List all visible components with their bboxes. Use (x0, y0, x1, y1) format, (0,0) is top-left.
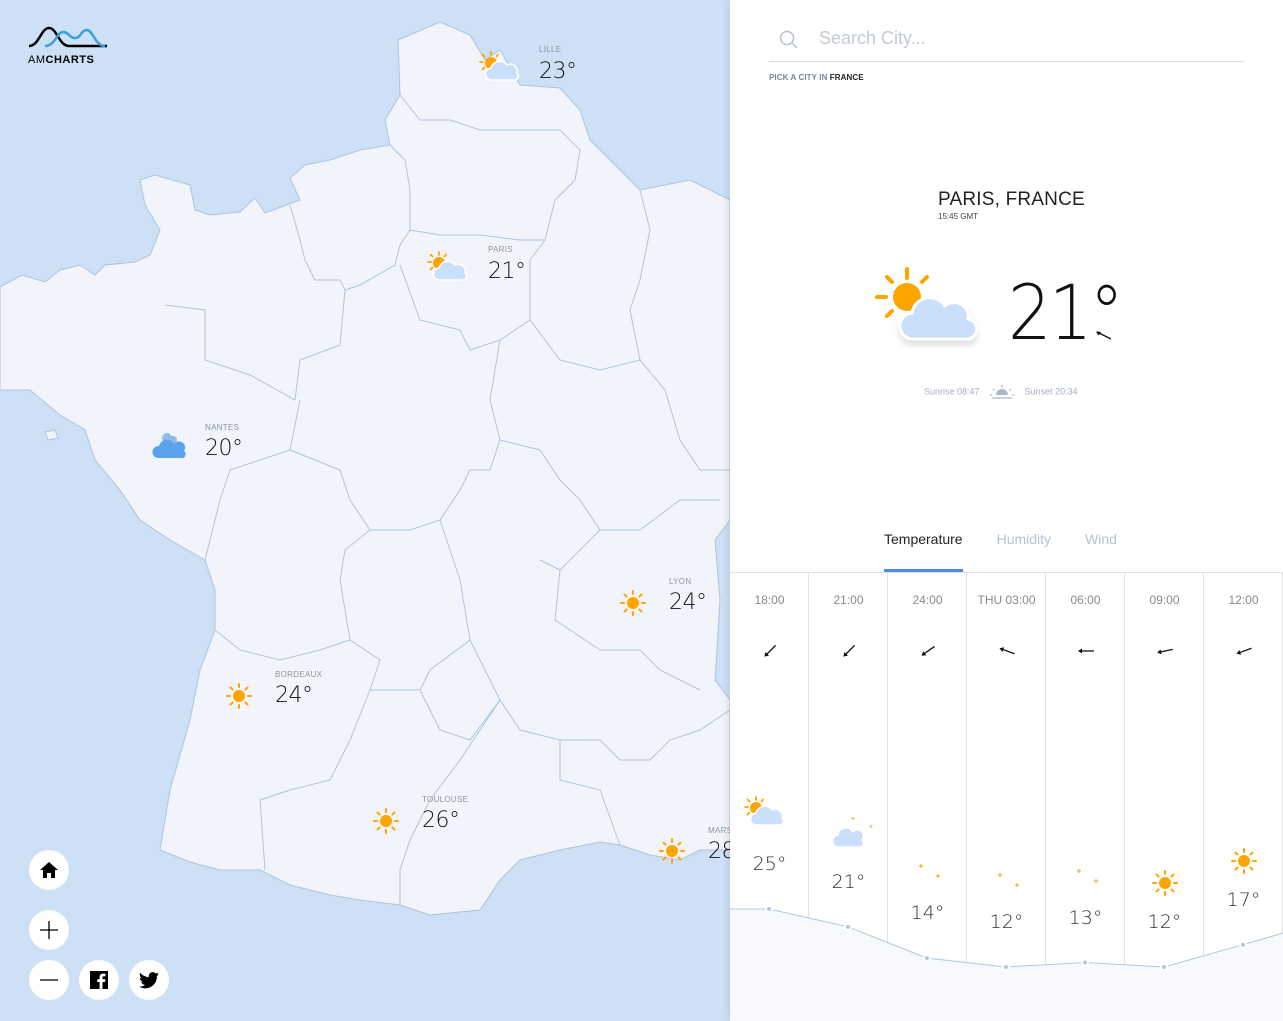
tab-wind[interactable]: Wind (1085, 528, 1117, 572)
temperature-point[interactable] (1002, 963, 1010, 971)
sun-icon (658, 837, 686, 865)
city-name: BORDEAUX (275, 670, 323, 679)
wind-direction-arrow-icon (1096, 331, 1112, 340)
facebook-icon (90, 971, 108, 989)
temperature-point[interactable] (923, 954, 931, 963)
zoom-out-button[interactable] (29, 960, 69, 1000)
hourly-forecast: 18:00 25° 21:00 21° 24:00 14° THU 03:00 12° 06:0… (730, 572, 1283, 1021)
sun-icon (619, 589, 647, 617)
temperature-point[interactable] (765, 905, 773, 913)
city-name: LYON (669, 577, 692, 586)
twitter-share-button[interactable] (129, 960, 169, 1000)
city-temp: 21° (488, 259, 526, 284)
current-temperature: 21° (1008, 268, 1124, 357)
france-landmass (0, 21, 730, 916)
temperature-point[interactable] (844, 922, 852, 931)
pick-city-hint: PICK A CITY IN FRANCE (769, 73, 864, 82)
amcharts-logo-icon (28, 26, 107, 48)
twitter-icon (139, 971, 159, 988)
logo-text: AMCHARTS (28, 54, 95, 66)
weather-panel: PICK A CITY IN FRANCE PARIS, FRANCE 15:4… (730, 0, 1283, 1021)
city-temp: 28° (708, 839, 730, 864)
amcharts-logo[interactable]: AMCHARTS (27, 24, 109, 66)
temperature-point[interactable] (1239, 940, 1247, 949)
minus-icon (40, 979, 58, 981)
search-bar[interactable] (769, 20, 1244, 62)
city-temp: 24° (669, 590, 707, 615)
sun-cloud-icon (875, 267, 979, 341)
sun-cloud-icon (477, 50, 521, 84)
sunrise-icon (990, 385, 1015, 399)
sun-icon (372, 807, 400, 835)
sunset-time: Sunset 20:34 (1024, 386, 1078, 397)
pick-prefix: PICK A CITY IN (769, 73, 830, 82)
city-name: MARSEILLE (708, 826, 730, 835)
pick-country-link[interactable]: FRANCE (830, 73, 864, 82)
sun-cloud-icon (425, 250, 469, 284)
sun-times: Sunrise 08:47 Sunset 20:34 (924, 384, 1078, 400)
current-time: 15:45 GMT (938, 212, 979, 221)
search-icon[interactable] (779, 30, 799, 50)
city-name: LILLE (539, 45, 562, 54)
city-temp: 20° (205, 436, 243, 461)
city-temp: 26° (422, 808, 460, 833)
home-button[interactable] (29, 850, 69, 890)
sunrise-time: Sunrise 08:47 (924, 386, 980, 397)
temperature-curve (730, 905, 1283, 1021)
cloud-icon (152, 433, 186, 458)
temperature-point[interactable] (1160, 963, 1168, 971)
forecast-tabs: Temperature Humidity Wind (884, 528, 1151, 572)
tab-humidity[interactable]: Humidity (997, 528, 1051, 572)
zoom-in-button[interactable] (29, 910, 69, 950)
city-temp: 23° (539, 59, 577, 84)
facebook-share-button[interactable] (79, 960, 119, 1000)
current-city-title: PARIS, FRANCE (938, 189, 1085, 210)
city-name: TOULOUSE (422, 795, 469, 804)
city-temp: 24° (275, 683, 313, 708)
map-area[interactable]: AMCHARTS LILLE 23° PARIS 21° NANTES 20° … (0, 0, 730, 1020)
plus-icon (40, 921, 58, 939)
temperature-point[interactable] (1081, 958, 1089, 967)
city-name: PARIS (488, 245, 513, 254)
tab-temperature[interactable]: Temperature (884, 528, 963, 572)
sun-icon (225, 682, 253, 710)
france-map[interactable] (0, 0, 730, 1020)
city-name: NANTES (205, 423, 240, 432)
home-icon (40, 862, 58, 878)
search-city-input[interactable] (819, 28, 1219, 49)
